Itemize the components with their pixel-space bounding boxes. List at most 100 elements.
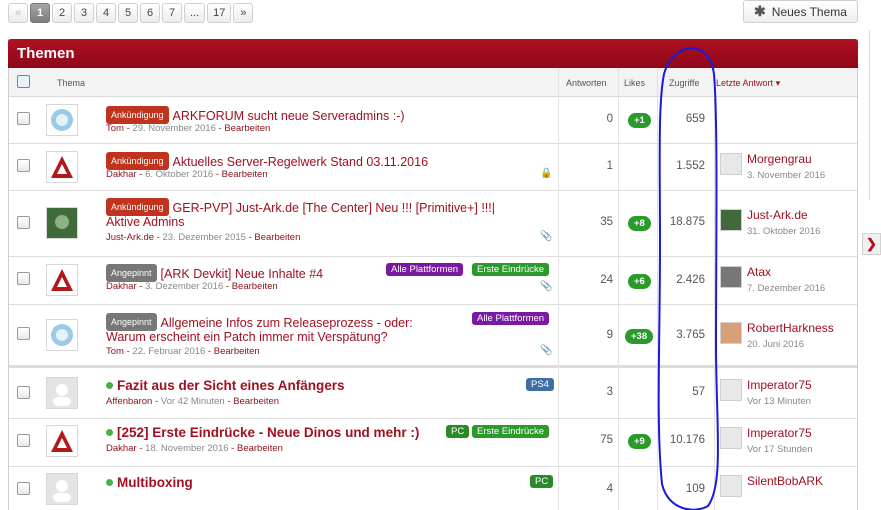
platform-prefix[interactable]: PS4 bbox=[526, 378, 554, 391]
col-likes[interactable]: Likes bbox=[624, 78, 645, 88]
thread-date: 29. November 2016 bbox=[132, 123, 216, 134]
avatar[interactable] bbox=[46, 319, 78, 351]
new-thread-button[interactable]: ✱ Neues Thema bbox=[743, 0, 858, 23]
thread-row[interactable]: Ankündigung ARKFORUM sucht neue Serveradm… bbox=[9, 97, 857, 144]
col-separator bbox=[714, 68, 715, 510]
thread-row[interactable]: Ankündigung GER-PVP] Just-Ark.de [The Cen… bbox=[9, 191, 857, 257]
thread-author[interactable]: Tom bbox=[106, 123, 124, 134]
thread-row[interactable]: Angepinnt Allgemeine Infos zum Releasepro… bbox=[9, 305, 857, 368]
thread-title-line[interactable]: Ankündigung ARKFORUM sucht neue Serveradm… bbox=[106, 106, 405, 124]
thread-title-line-2[interactable]: Aktive Admins bbox=[106, 214, 185, 230]
platform-prefix[interactable]: Alle Plattformen bbox=[472, 312, 550, 325]
row-checkbox[interactable] bbox=[17, 482, 30, 495]
page-4-button[interactable]: 4 bbox=[96, 3, 116, 23]
page-3-button[interactable]: 3 bbox=[74, 3, 94, 23]
last-post-user[interactable]: Just-Ark.de bbox=[747, 208, 808, 222]
last-post-avatar[interactable] bbox=[720, 475, 742, 497]
avatar[interactable] bbox=[46, 264, 78, 296]
row-checkbox[interactable] bbox=[17, 216, 30, 229]
category-prefix[interactable]: Erste Eindrücke bbox=[472, 263, 550, 276]
thread-author[interactable]: Dakhar bbox=[106, 281, 137, 292]
col-antworten[interactable]: Antworten bbox=[566, 78, 607, 88]
last-post-avatar[interactable] bbox=[720, 322, 742, 344]
row-checkbox[interactable] bbox=[17, 386, 30, 399]
col-zugriffe[interactable]: Zugriffe bbox=[669, 78, 699, 88]
thread-title-line[interactable]: [252] Erste Eindrücke - Neue Dinos und m… bbox=[106, 425, 419, 441]
thread-title[interactable]: [ARK Devkit] Neue Inhalte #4 bbox=[161, 267, 324, 281]
thread-author[interactable]: Affenbaron bbox=[106, 396, 152, 407]
last-post-user[interactable]: Imperator75 bbox=[747, 378, 812, 392]
thread-row[interactable]: Fazit aus der Sicht eines Anfängers PS4 … bbox=[9, 371, 857, 419]
thread-title[interactable]: Aktuelles Server-Regelwerk Stand 03.11.2… bbox=[173, 155, 428, 169]
page-17-button[interactable]: 17 bbox=[207, 3, 232, 23]
thread-row[interactable]: Multiboxing PC 4 109 SilentBobARK bbox=[9, 467, 857, 510]
thread-title[interactable]: Multiboxing bbox=[117, 475, 193, 490]
row-checkbox[interactable] bbox=[17, 434, 30, 447]
next-page-button[interactable]: » bbox=[233, 3, 254, 23]
last-post-user[interactable]: SilentBobARK bbox=[747, 474, 823, 488]
last-post-avatar[interactable] bbox=[720, 266, 742, 288]
last-post-user[interactable]: Morgengrau bbox=[747, 152, 812, 166]
thread-meta: Dakhar - 18. November 2016 - Bearbeiten bbox=[106, 443, 283, 454]
edit-link[interactable]: Bearbeiten bbox=[214, 346, 260, 357]
thread-title-line[interactable]: Ankündigung Aktuelles Server-Regelwerk St… bbox=[106, 152, 428, 170]
row-checkbox[interactable] bbox=[17, 327, 30, 340]
edit-link[interactable]: Bearbeiten bbox=[254, 232, 300, 243]
thread-title[interactable]: ARKFORUM sucht neue Serveradmins :-) bbox=[173, 109, 405, 123]
page-1-button[interactable]: 1 bbox=[30, 3, 50, 23]
last-post-user[interactable]: Atax bbox=[747, 265, 771, 279]
thread-row[interactable]: Angepinnt [ARK Devkit] Neue Inhalte #4 Al… bbox=[9, 257, 857, 305]
thread-title[interactable]: Allgemeine Infos zum Releaseprozess - od… bbox=[161, 316, 413, 330]
thread-author[interactable]: Dakhar bbox=[106, 169, 137, 180]
page-5-button[interactable]: 5 bbox=[118, 3, 138, 23]
category-prefix[interactable]: Erste Eindrücke bbox=[472, 425, 550, 438]
avatar[interactable] bbox=[46, 425, 78, 457]
page-6-button[interactable]: 6 bbox=[140, 3, 160, 23]
edit-link[interactable]: Bearbeiten bbox=[233, 396, 279, 407]
edit-link[interactable]: Bearbeiten bbox=[222, 169, 268, 180]
thread-author[interactable]: Tom bbox=[106, 346, 124, 357]
page-ellipsis-button[interactable]: ... bbox=[184, 3, 206, 23]
last-post-avatar[interactable] bbox=[720, 153, 742, 175]
col-thema[interactable]: Thema bbox=[57, 78, 85, 88]
edit-link[interactable]: Bearbeiten bbox=[224, 123, 270, 134]
platform-prefix[interactable]: PC bbox=[446, 425, 470, 438]
thread-row[interactable]: [252] Erste Eindrücke - Neue Dinos und m… bbox=[9, 419, 857, 467]
platform-prefix[interactable]: Alle Plattformen bbox=[386, 263, 464, 276]
chevron-right-icon[interactable]: ❯ bbox=[862, 233, 881, 255]
ark-logo-icon bbox=[51, 430, 73, 452]
row-checkbox[interactable] bbox=[17, 159, 30, 172]
view-count: 109 bbox=[685, 483, 705, 495]
last-post-user[interactable]: RobertHarkness bbox=[747, 321, 834, 335]
avatar[interactable] bbox=[46, 104, 78, 136]
last-post-avatar[interactable] bbox=[720, 379, 742, 401]
avatar[interactable] bbox=[46, 473, 78, 505]
last-post-avatar[interactable] bbox=[720, 209, 742, 231]
last-post-avatar[interactable] bbox=[720, 427, 742, 449]
thread-meta: Tom - 22. Februar 2016 - Bearbeiten bbox=[106, 346, 260, 357]
row-checkbox[interactable] bbox=[17, 272, 30, 285]
edit-link[interactable]: Bearbeiten bbox=[232, 281, 278, 292]
thread-author[interactable]: Just-Ark.de bbox=[106, 232, 154, 243]
thread-title-line[interactable]: Fazit aus der Sicht eines Anfängers bbox=[106, 378, 345, 394]
thread-title[interactable]: [252] Erste Eindrücke - Neue Dinos und m… bbox=[117, 425, 419, 440]
thread-title[interactable]: GER-PVP] Just-Ark.de [The Center] Neu !!… bbox=[173, 201, 495, 215]
row-checkbox[interactable] bbox=[17, 112, 30, 125]
thread-title-line-2[interactable]: Warum erscheint ein Patch immer mit Vers… bbox=[106, 329, 388, 345]
page-7-button[interactable]: 7 bbox=[162, 3, 182, 23]
select-all-checkbox[interactable] bbox=[17, 75, 30, 88]
platform-prefix[interactable]: PC bbox=[530, 475, 554, 488]
page-2-button[interactable]: 2 bbox=[52, 3, 72, 23]
col-letzte-antwort[interactable]: Letzte Antwort ▾ bbox=[716, 78, 780, 89]
thread-author[interactable]: Dakhar bbox=[106, 443, 137, 454]
thread-title-line[interactable]: Multiboxing bbox=[106, 475, 193, 491]
avatar[interactable] bbox=[46, 377, 78, 409]
prev-page-button[interactable]: « bbox=[8, 3, 28, 23]
avatar[interactable] bbox=[46, 207, 78, 239]
last-post-user[interactable]: Imperator75 bbox=[747, 426, 812, 440]
edit-link[interactable]: Bearbeiten bbox=[237, 443, 283, 454]
thread-row[interactable]: Ankündigung Aktuelles Server-Regelwerk St… bbox=[9, 144, 857, 191]
thread-title-line[interactable]: Angepinnt [ARK Devkit] Neue Inhalte #4 bbox=[106, 264, 323, 282]
thread-title[interactable]: Fazit aus der Sicht eines Anfängers bbox=[117, 378, 345, 393]
avatar[interactable] bbox=[46, 151, 78, 183]
